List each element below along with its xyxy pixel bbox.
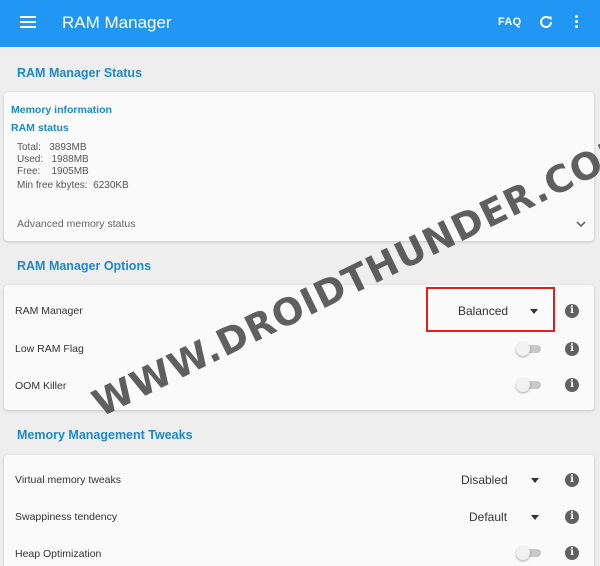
menu-icon[interactable] xyxy=(20,16,36,30)
dropdown-arrow-icon xyxy=(531,515,539,520)
memory-info-title: Memory information xyxy=(11,104,112,116)
virtual-memory-value: Disabled xyxy=(461,473,508,487)
refresh-icon[interactable] xyxy=(538,14,554,30)
options-section-title: RAM Manager Options xyxy=(17,259,152,273)
advanced-memory-status[interactable]: Advanced memory status xyxy=(17,218,135,230)
app-bar: RAM Manager FAQ xyxy=(0,0,600,47)
swappiness-value: Default xyxy=(469,510,508,524)
mem-min-free: Min free kbytes: 6230KB xyxy=(17,180,129,191)
tweaks-card: Virtual memory tweaks Disabled i Swappin… xyxy=(4,455,594,566)
info-icon[interactable]: i xyxy=(565,342,579,356)
low-ram-flag-toggle[interactable] xyxy=(516,342,542,356)
virtual-memory-dropdown[interactable]: Disabled xyxy=(461,473,539,487)
swappiness-label: Swappiness tendency xyxy=(15,511,118,523)
highlight-box xyxy=(426,287,555,332)
mem-total: Total: 3893MB xyxy=(17,142,87,153)
chevron-down-icon[interactable] xyxy=(576,219,586,229)
heap-optimization-label: Heap Optimization xyxy=(15,548,102,560)
status-section-title: RAM Manager Status xyxy=(17,66,143,80)
virtual-memory-tweaks-label: Virtual memory tweaks xyxy=(15,474,122,486)
mem-free: Free: 1905MB xyxy=(17,166,89,177)
tweaks-section-title: Memory Management Tweaks xyxy=(17,428,193,442)
ram-manager-label: RAM Manager xyxy=(15,305,83,317)
app-title: RAM Manager xyxy=(62,13,172,32)
heap-optimization-toggle[interactable] xyxy=(516,546,542,560)
ram-status-title: RAM status xyxy=(11,122,69,134)
low-ram-flag-label: Low RAM Flag xyxy=(15,343,84,355)
info-icon[interactable]: i xyxy=(565,304,579,318)
info-icon[interactable]: i xyxy=(565,378,579,392)
dropdown-arrow-icon xyxy=(531,478,539,483)
info-icon[interactable]: i xyxy=(565,473,579,487)
more-vert-icon[interactable] xyxy=(574,15,580,31)
info-icon[interactable]: i xyxy=(565,546,579,560)
oom-killer-label: OOM Killer xyxy=(15,380,67,392)
mem-used: Used: 1988MB xyxy=(17,154,89,165)
swappiness-dropdown[interactable]: Default xyxy=(469,510,539,524)
faq-button[interactable]: FAQ xyxy=(498,16,522,28)
oom-killer-toggle[interactable] xyxy=(516,378,542,392)
info-icon[interactable]: i xyxy=(565,510,579,524)
